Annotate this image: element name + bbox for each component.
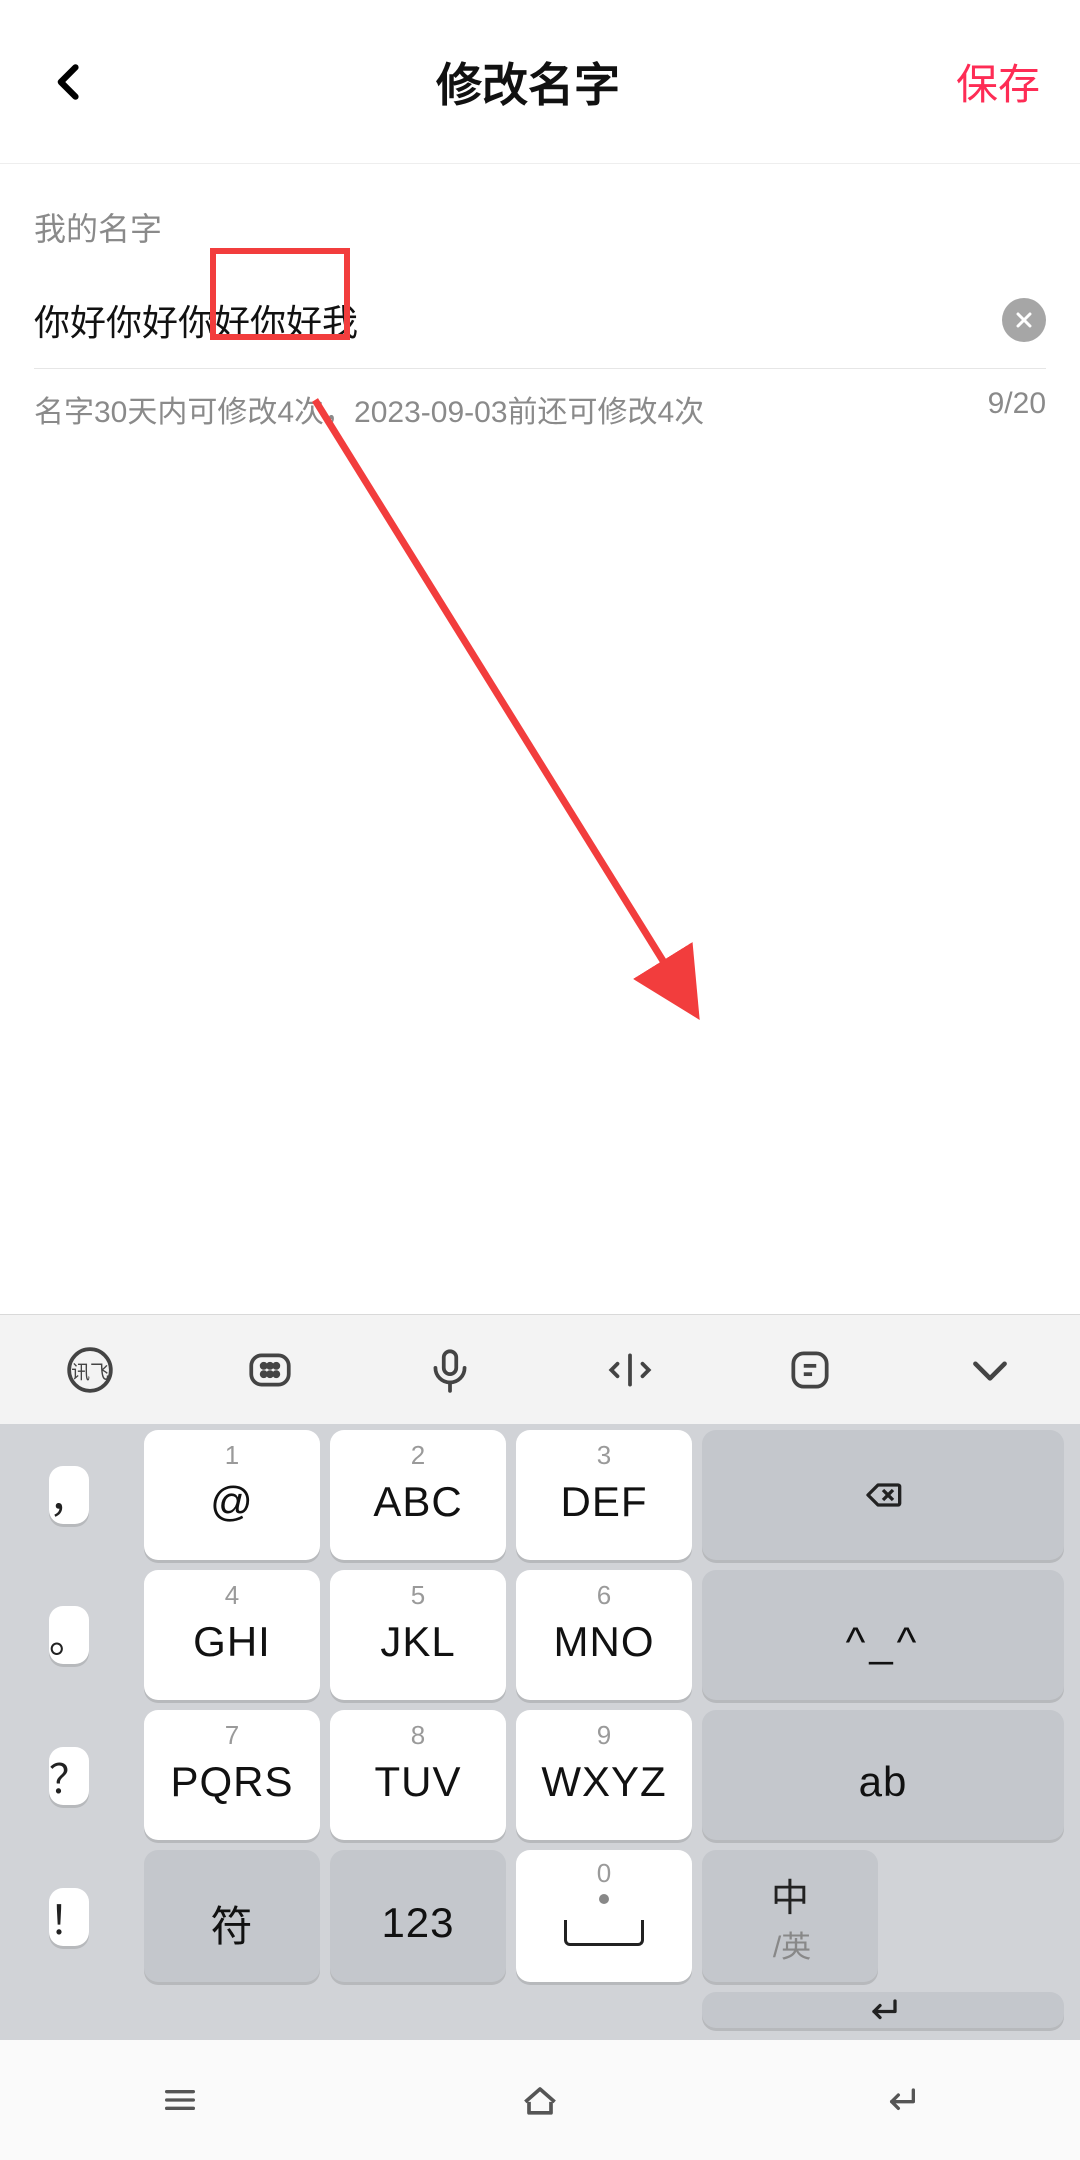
enter-icon [855,1992,911,2028]
key-exclaim[interactable]: ！ [49,1888,89,1946]
key-2-abc[interactable]: 2ABC [330,1430,506,1560]
ab-key[interactable]: ab [702,1710,1064,1840]
collapse-keyboard-icon[interactable] [962,1342,1018,1398]
hint-row: 名字30天内可修改4次，2023-09-03前还可修改4次 9/20 [34,387,1046,431]
page-title: 修改名字 [436,49,620,115]
key-9-wxyz[interactable]: 9WXYZ [516,1710,692,1840]
symbol-key[interactable]: 符 [144,1850,320,1982]
save-button[interactable]: 保存 [956,51,1040,112]
clipboard-icon[interactable] [782,1342,838,1398]
nav-home[interactable] [505,2075,575,2125]
keypad-grid: ， 。 1@ 2ABC 3DEF 4GHI 5JKL 6MNO ^_^ ？ ！ … [0,1424,1080,2040]
key-1-at[interactable]: 1@ [144,1430,320,1560]
nav-recent-apps[interactable] [145,2075,215,2125]
ime-logo-icon[interactable]: 讯飞 [62,1342,118,1398]
name-input[interactable] [34,299,1002,341]
number-key[interactable]: 123 [330,1850,506,1982]
section-label: 我的名字 [34,204,1046,250]
key-period[interactable]: 。 [49,1606,89,1664]
mic-dot-icon [599,1894,609,1904]
space-bar-icon [564,1920,644,1946]
form-body: 我的名字 名字30天内可修改4次，2023-09-03前还可修改4次 9/20 [0,164,1080,431]
backspace-icon [855,1475,911,1515]
key-comma[interactable]: ， [49,1466,89,1524]
key-4-ghi[interactable]: 4GHI [144,1570,320,1700]
enter-key[interactable] [702,1992,1064,2028]
key-question[interactable]: ？ [49,1747,89,1805]
chevron-left-icon [48,60,92,104]
voice-input-icon[interactable] [422,1342,478,1398]
emoji-key[interactable]: ^_^ [702,1570,1064,1700]
name-input-row [34,280,1046,360]
backspace-key[interactable] [702,1430,1064,1560]
space-key[interactable]: 0 [516,1850,692,1982]
system-navbar [0,2040,1080,2160]
nav-back[interactable] [865,2075,935,2125]
key-5-jkl[interactable]: 5JKL [330,1570,506,1700]
keyboard: 讯飞 ， 。 1@ 2ABC 3DEF 4GHI 5JKL 6MNO ^_^ ？… [0,1314,1080,2160]
cursor-move-icon[interactable] [602,1342,658,1398]
key-7-pqrs[interactable]: 7PQRS [144,1710,320,1840]
keyboard-toolbar: 讯飞 [0,1314,1080,1424]
key-6-mno[interactable]: 6MNO [516,1570,692,1700]
back-button[interactable] [40,52,100,112]
language-toggle-key[interactable]: 中/英 [702,1850,878,1982]
clear-input-button[interactable] [1002,298,1046,342]
keyboard-settings-icon[interactable] [242,1342,298,1398]
close-icon [1012,308,1036,332]
svg-text:讯飞: 讯飞 [71,1361,109,1382]
header: 修改名字 保存 [0,0,1080,164]
key-3-def[interactable]: 3DEF [516,1430,692,1560]
char-counter: 9/20 [988,387,1046,431]
hint-text: 名字30天内可修改4次，2023-09-03前还可修改4次 [34,387,704,431]
input-divider [34,368,1046,369]
key-8-tuv[interactable]: 8TUV [330,1710,506,1840]
